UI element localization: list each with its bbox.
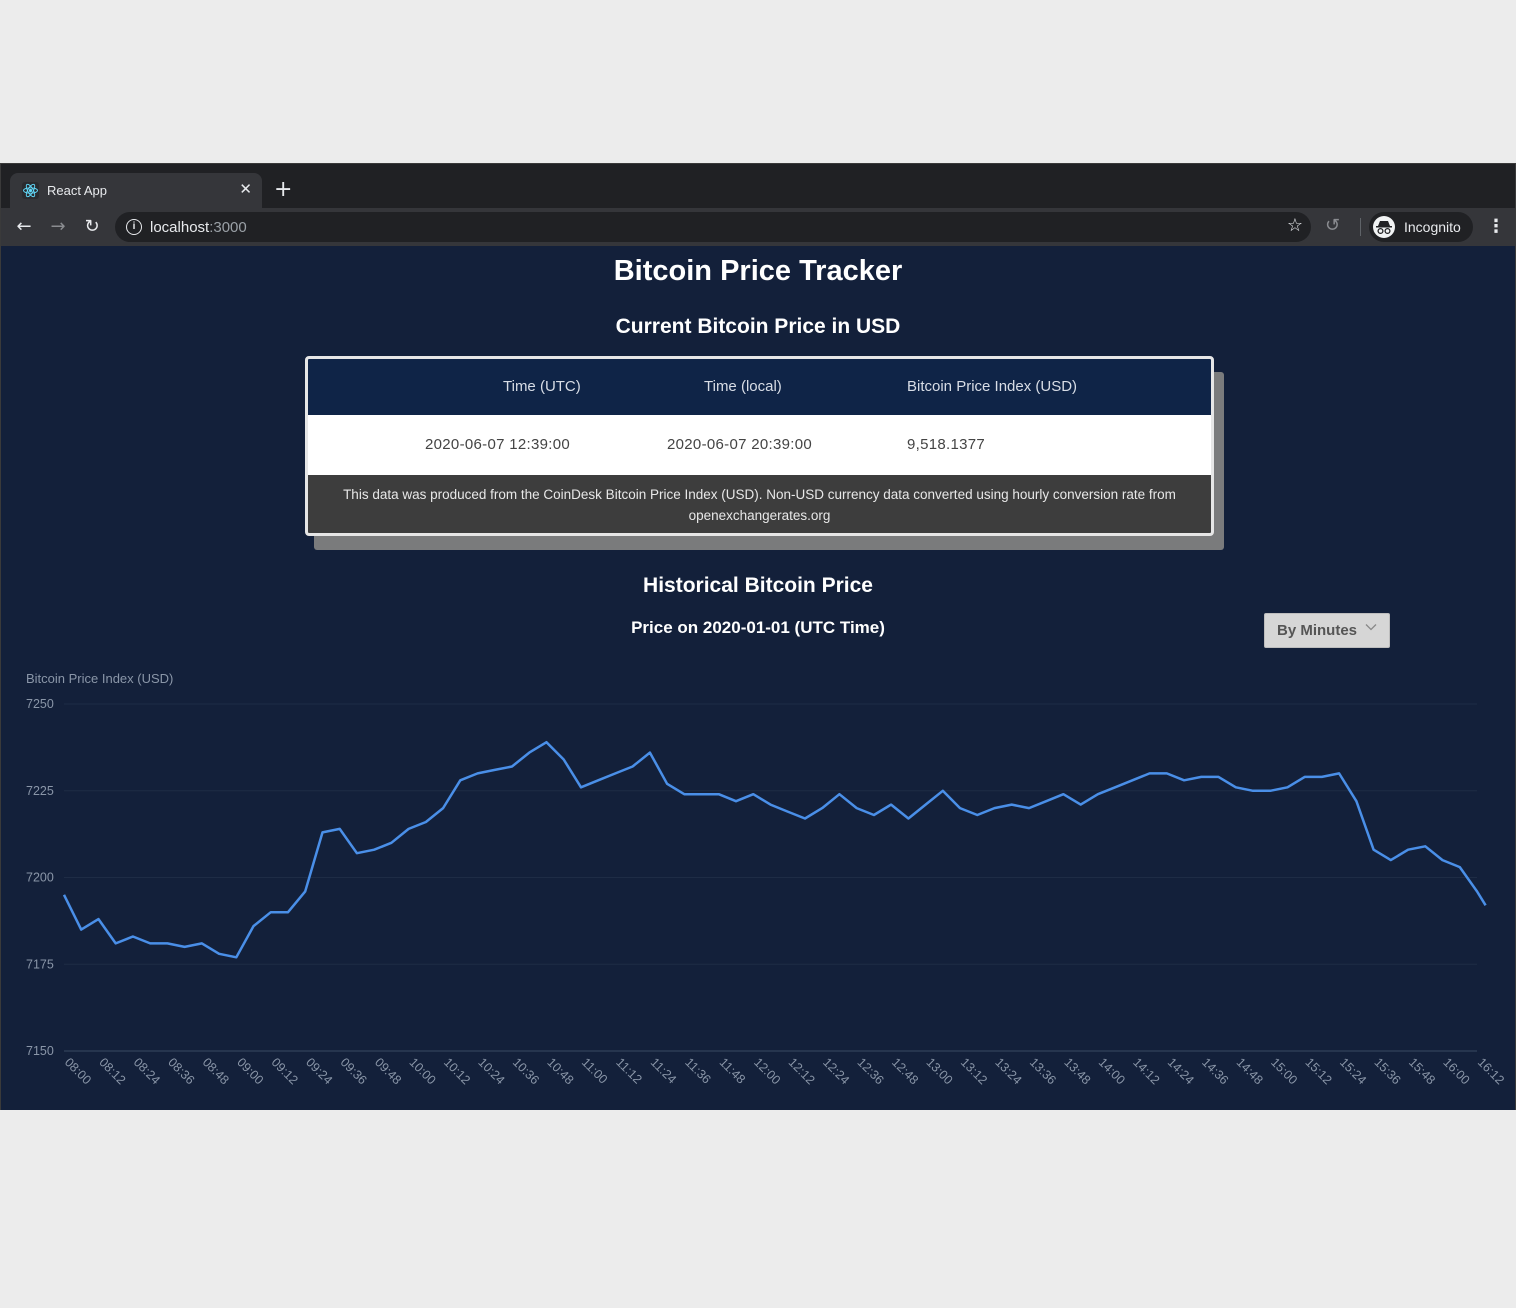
x-tick-label: 13:00 [923, 1055, 955, 1087]
profile-label: Incognito [1404, 219, 1461, 235]
history-icon[interactable]: ↺ [1325, 215, 1340, 236]
x-tick-label: 15:48 [1406, 1055, 1438, 1087]
y-tick-label: 7225 [26, 784, 54, 798]
x-tick-label: 11:48 [717, 1055, 748, 1086]
x-tick-label: 10:36 [510, 1055, 542, 1087]
info-icon[interactable]: i [126, 219, 142, 235]
x-tick-label: 15:12 [1303, 1055, 1335, 1087]
x-tick-label: 13:24 [992, 1055, 1024, 1087]
cell-time-local: 2020-06-07 20:39:00 [667, 436, 812, 453]
react-favicon-icon [22, 182, 39, 199]
x-tick-label: 08:36 [165, 1055, 197, 1087]
x-tick-label: 08:48 [200, 1055, 232, 1087]
x-tick-label: 10:12 [441, 1055, 473, 1087]
x-tick-label: 08:12 [96, 1055, 128, 1087]
x-tick-label: 09:36 [338, 1055, 370, 1087]
tab-bar: React App ✕ + [1, 164, 1515, 208]
x-tick-label: 10:48 [544, 1055, 576, 1087]
x-tick-label: 14:48 [1234, 1055, 1266, 1087]
browser-tab[interactable]: React App ✕ [10, 173, 262, 208]
y-tick-label: 7175 [26, 957, 54, 971]
address-bar[interactable]: i localhost:3000 ☆ [115, 212, 1311, 242]
incognito-icon [1373, 216, 1395, 238]
reload-icon[interactable]: ↻ [80, 215, 104, 239]
toolbar-divider [1360, 218, 1361, 236]
x-tick-label: 16:00 [1440, 1055, 1472, 1087]
table-header: Time (UTC) Time (local) Bitcoin Price In… [308, 359, 1211, 415]
x-tick-label: 16:12 [1475, 1055, 1507, 1087]
x-tick-label: 14:36 [1199, 1055, 1231, 1087]
historical-price-chart: Bitcoin Price Index (USD) 7150 7175 7200 722… [1, 666, 1515, 1110]
x-tick-label: 14:12 [1130, 1055, 1162, 1087]
data-disclaimer: This data was produced from the CoinDesk… [308, 475, 1211, 533]
header-time-utc: Time (UTC) [503, 378, 581, 395]
browser-window: React App ✕ + ← → ↻ i localhost:3000 ☆ ↺… [0, 163, 1516, 1110]
x-tick-label: 11:12 [613, 1055, 644, 1086]
x-tick-label: 09:24 [303, 1055, 335, 1087]
x-tick-label: 15:24 [1337, 1055, 1369, 1087]
x-tick-label: 11:36 [682, 1055, 713, 1086]
x-tick-label: 14:00 [1096, 1055, 1128, 1087]
x-tick-label: 11:00 [579, 1055, 610, 1086]
cell-time-utc: 2020-06-07 12:39:00 [425, 436, 570, 453]
current-price-table: Time (UTC) Time (local) Bitcoin Price In… [305, 356, 1214, 536]
y-tick-label: 7250 [26, 697, 54, 711]
tab-title: React App [47, 183, 107, 198]
x-tick-label: 12:12 [786, 1055, 818, 1087]
granularity-select[interactable]: By Minutes [1264, 613, 1390, 648]
y-tick-label: 7200 [26, 871, 54, 885]
x-tick-label: 08:24 [131, 1055, 163, 1087]
x-tick-label: 09:48 [372, 1055, 404, 1087]
page-content: Bitcoin Price Tracker Current Bitcoin Pr… [1, 246, 1515, 1110]
granularity-select-label: By Minutes [1277, 622, 1358, 639]
x-tick-label: 10:00 [407, 1055, 439, 1087]
browser-toolbar: ← → ↻ i localhost:3000 ☆ ↺ Incognito ⋮ [1, 208, 1515, 246]
x-tick-label: 12:00 [751, 1055, 783, 1087]
current-price-heading: Current Bitcoin Price in USD [615, 315, 901, 338]
x-tick-label: 15:36 [1371, 1055, 1403, 1087]
x-tick-label: 13:12 [958, 1055, 990, 1087]
star-icon[interactable]: ☆ [1287, 215, 1303, 236]
url-text: localhost:3000 [150, 219, 247, 236]
header-time-local: Time (local) [704, 378, 782, 395]
y-tick-label: 7150 [26, 1044, 54, 1058]
x-tick-label: 12:24 [820, 1055, 852, 1087]
chart-svg: Bitcoin Price Index (USD) 7150 7175 7200 722… [26, 671, 1507, 1087]
back-arrow-icon[interactable]: ← [12, 215, 36, 239]
y-axis-label: Bitcoin Price Index (USD) [26, 671, 173, 686]
x-tick-label: 12:48 [889, 1055, 921, 1087]
close-icon[interactable]: ✕ [239, 181, 252, 199]
x-tick-label: 10:24 [475, 1055, 507, 1087]
x-tick-label: 08:00 [62, 1055, 94, 1087]
page-title: Bitcoin Price Tracker [613, 255, 903, 287]
x-tick-label: 09:12 [269, 1055, 301, 1087]
forward-arrow-icon[interactable]: → [46, 215, 70, 239]
x-tick-label: 11:24 [648, 1055, 679, 1086]
historical-heading: Historical Bitcoin Price [643, 574, 873, 597]
chevron-down-icon [1365, 624, 1377, 631]
x-tick-label: 12:36 [855, 1055, 887, 1087]
x-tick-label: 15:00 [1268, 1055, 1300, 1087]
x-tick-label: 14:24 [1165, 1055, 1197, 1087]
table-row: 2020-06-07 12:39:00 2020-06-07 20:39:00 … [308, 415, 1211, 475]
more-vert-icon[interactable]: ⋮ [1487, 215, 1505, 239]
cell-price: 9,518.1377 [907, 436, 986, 453]
plus-icon[interactable]: + [274, 179, 292, 201]
x-tick-label: 13:48 [1061, 1055, 1093, 1087]
price-line [62, 740, 1487, 959]
x-tick-label: 09:00 [234, 1055, 266, 1087]
header-price-index: Bitcoin Price Index (USD) [907, 378, 1078, 395]
x-tick-label: 13:36 [1027, 1055, 1059, 1087]
profile-button[interactable]: Incognito [1369, 212, 1473, 242]
